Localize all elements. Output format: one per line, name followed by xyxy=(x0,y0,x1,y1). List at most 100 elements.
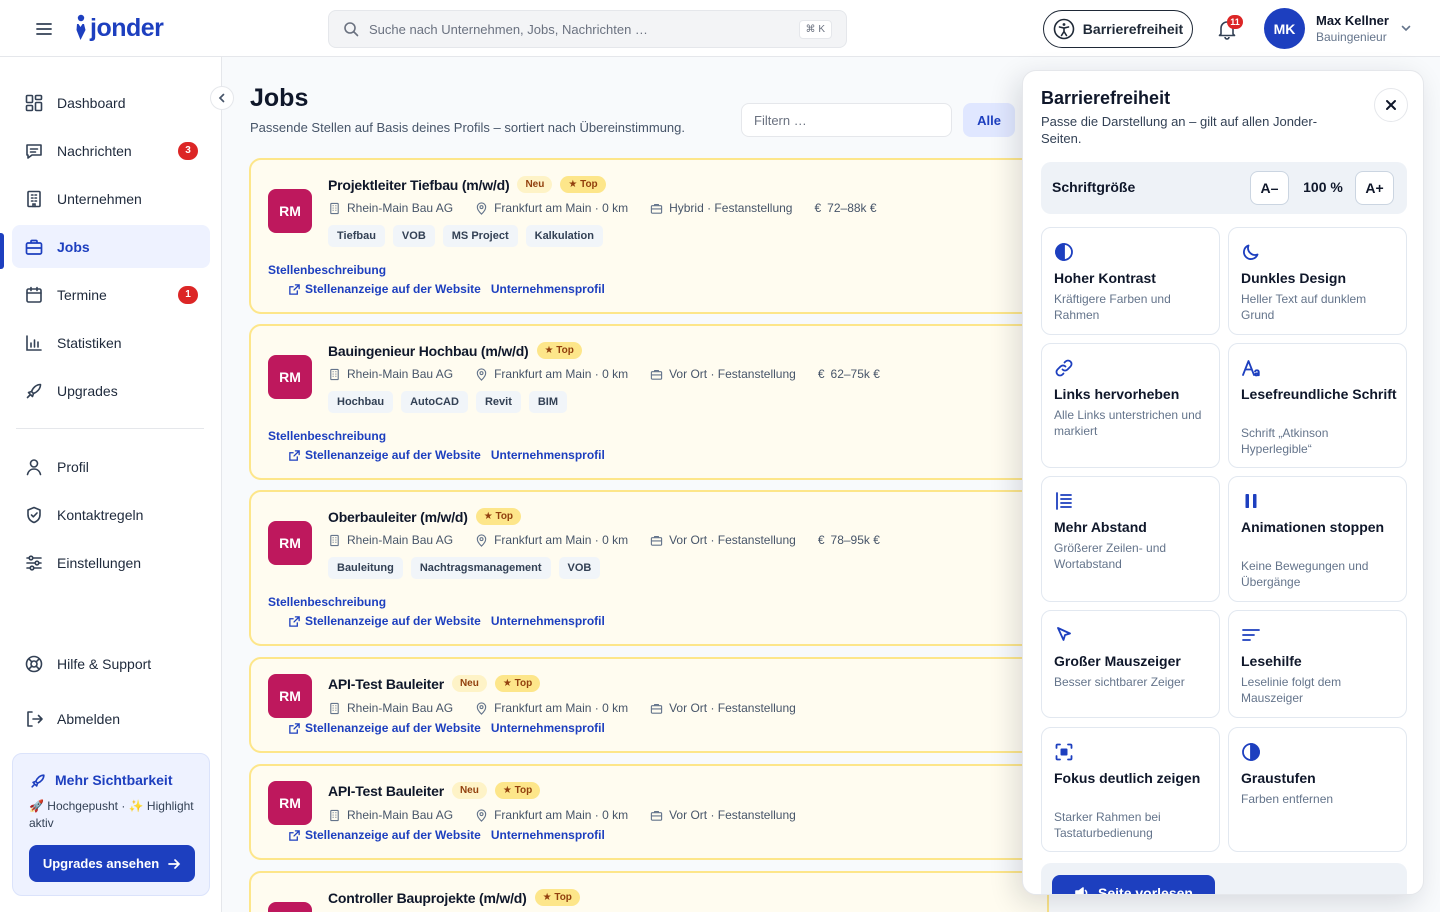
sidebar-item-unternehmen[interactable]: Unternehmen xyxy=(12,177,210,220)
accessibility-button[interactable]: Barrierefreiheit xyxy=(1043,10,1193,48)
sidebar-item-nachrichten[interactable]: Nachrichten 3 xyxy=(12,129,210,172)
option-dark-design[interactable]: Dunkles Design Heller Text auf dunklem G… xyxy=(1228,227,1407,335)
job-title[interactable]: API-Test Bauleiter xyxy=(328,676,444,692)
option-readable-font[interactable]: Lesefreundliche Schrift Schrift „Atkinso… xyxy=(1228,343,1407,468)
euro-icon: € xyxy=(814,201,822,215)
job-title[interactable]: API-Test Bauleiter xyxy=(328,783,444,799)
job-location: Frankfurt am Main · 0 km xyxy=(494,701,629,715)
moon-icon xyxy=(1241,242,1261,262)
font-decrease-button[interactable]: A– xyxy=(1250,171,1289,205)
sidebar-item-upgrades[interactable]: Upgrades xyxy=(12,369,210,412)
skill-tag: Tiefbau xyxy=(328,225,385,247)
close-icon xyxy=(1386,100,1396,110)
option-title: Hoher Kontrast xyxy=(1054,270,1156,286)
briefcase-icon xyxy=(650,535,663,546)
euro-icon: € xyxy=(817,367,825,381)
rocket-icon xyxy=(24,381,44,401)
location-icon xyxy=(476,367,487,381)
company-profile-link[interactable]: Unternehmensprofil xyxy=(491,448,605,462)
skill-tag: MS Project xyxy=(442,225,518,247)
website-link[interactable]: Stellenanzeige auf der Website xyxy=(305,282,481,296)
description-link[interactable]: Stellenbeschreibung xyxy=(268,263,386,277)
sidebar-item-einstellungen[interactable]: Einstellungen xyxy=(12,541,210,584)
skill-tag: BIM xyxy=(528,391,568,413)
option-high-contrast[interactable]: Hoher Kontrast Kräftigere Farben und Rah… xyxy=(1041,227,1220,335)
job-title[interactable]: Projektleiter Tiefbau (m/w/d) xyxy=(328,177,510,193)
company-profile-link[interactable]: Unternehmensprofil xyxy=(491,614,605,628)
job-title[interactable]: Oberbauleiter (m/w/d) xyxy=(328,509,468,525)
briefcase-icon xyxy=(24,237,44,257)
active-indicator xyxy=(0,233,4,269)
sidebar-item-hilfe[interactable]: Hilfe & Support xyxy=(12,642,210,685)
option-highlight-links[interactable]: Links hervorheben Alle Links unterstrich… xyxy=(1041,343,1220,468)
sidebar-item-label: Kontaktregeln xyxy=(57,506,144,523)
sidebar-item-label: Termine xyxy=(57,286,107,303)
job-mode: Vor Ort · Festanstellung xyxy=(669,701,796,715)
job-salary: 78–95k € xyxy=(830,533,880,547)
option-reading-guide[interactable]: Lesehilfe Leselinie folgt dem Mauszeiger xyxy=(1228,610,1407,718)
sidebar-item-jobs[interactable]: Jobs xyxy=(12,225,210,268)
spacing-icon xyxy=(1054,491,1074,511)
avatar[interactable]: MK xyxy=(1264,8,1305,49)
user-name[interactable]: Max Kellner xyxy=(1316,13,1389,28)
sidebar-item-statistiken[interactable]: Statistiken xyxy=(12,321,210,364)
search-input[interactable]: Suche nach Unternehmen, Jobs, Nachrichte… xyxy=(328,10,847,48)
option-title: Lesehilfe xyxy=(1241,653,1302,669)
logo[interactable]: jonder xyxy=(72,12,164,44)
top-badge: ★ Top xyxy=(560,176,606,193)
chevron-down-icon[interactable] xyxy=(1400,22,1412,34)
option-title: Links hervorheben xyxy=(1054,386,1180,402)
sidebar-item-termine[interactable]: Termine 1 xyxy=(12,273,210,316)
option-visible-focus[interactable]: Fokus deutlich zeigen Starker Rahmen bei… xyxy=(1041,727,1220,852)
job-card[interactable]: RM Oberbauleiter (m/w/d) ★ Top Rhein-Mai… xyxy=(249,490,1049,646)
website-link[interactable]: Stellenanzeige auf der Website xyxy=(305,448,481,462)
promo-title: Mehr Sichtbarkeit xyxy=(55,772,173,788)
job-card[interactable]: RM Controller Bauprojekte (m/w/d) ★ Top xyxy=(249,871,1049,912)
filter-chip-all[interactable]: Alle xyxy=(963,103,1015,137)
top-header: jonder Suche nach Unternehmen, Jobs, Nac… xyxy=(0,0,1440,57)
company-profile-link[interactable]: Unternehmensprofil xyxy=(491,828,605,842)
pause-icon xyxy=(1241,491,1261,511)
job-card[interactable]: RM API-Test Bauleiter Neu ★ Top Rhein-Ma… xyxy=(249,764,1049,860)
sidebar-item-profil[interactable]: Profil xyxy=(12,445,210,488)
close-button[interactable] xyxy=(1374,88,1408,122)
job-card[interactable]: RM Projektleiter Tiefbau (m/w/d) Neu ★ T… xyxy=(249,158,1049,314)
new-badge: Neu xyxy=(517,176,553,193)
description-link[interactable]: Stellenbeschreibung xyxy=(268,429,386,443)
option-stop-animations[interactable]: Animationen stoppen Keine Bewegungen und… xyxy=(1228,476,1407,602)
sidebar-item-label: Statistiken xyxy=(57,334,122,351)
sidebar-item-label: Upgrades xyxy=(57,382,118,399)
upgrades-button[interactable]: Upgrades ansehen xyxy=(29,845,195,882)
sidebar-collapse-button[interactable] xyxy=(210,86,234,110)
job-salary: 62–75k € xyxy=(830,367,880,381)
option-large-cursor[interactable]: Großer Mauszeiger Besser sichtbarer Zeig… xyxy=(1041,610,1220,718)
website-link[interactable]: Stellenanzeige auf der Website xyxy=(305,828,481,842)
filter-input[interactable]: Filtern … xyxy=(741,103,952,137)
read-aloud-button[interactable]: Seite vorlesen xyxy=(1052,875,1215,894)
unread-badge: 3 xyxy=(178,141,198,160)
menu-icon[interactable] xyxy=(34,19,54,39)
job-meta: Rhein-Main Bau AG Frankfurt am Main · 0 … xyxy=(328,808,796,822)
description-link[interactable]: Stellenbeschreibung xyxy=(268,595,386,609)
website-link[interactable]: Stellenanzeige auf der Website xyxy=(305,614,481,628)
lifebuoy-icon xyxy=(24,654,44,674)
option-grayscale[interactable]: Graustufen Farben entfernen xyxy=(1228,727,1407,852)
job-company: Rhein-Main Bau AG xyxy=(347,533,454,547)
sidebar-item-kontaktregeln[interactable]: Kontaktregeln xyxy=(12,493,210,536)
arrow-right-icon xyxy=(168,858,181,869)
company-profile-link[interactable]: Unternehmensprofil xyxy=(491,721,605,735)
sidebar-item-dashboard[interactable]: Dashboard xyxy=(12,81,210,124)
job-title[interactable]: Controller Bauprojekte (m/w/d) xyxy=(328,890,527,906)
option-more-spacing[interactable]: Mehr Abstand Größerer Zeilen- und Wortab… xyxy=(1041,476,1220,602)
website-link[interactable]: Stellenanzeige auf der Website xyxy=(305,721,481,735)
sidebar-item-abmelden[interactable]: Abmelden xyxy=(12,697,210,740)
company-logo: RM xyxy=(268,189,312,233)
top-badge: ★ Top xyxy=(494,675,541,692)
job-card[interactable]: RM API-Test Bauleiter Neu ★ Top Rhein-Ma… xyxy=(249,657,1049,753)
font-increase-button[interactable]: A+ xyxy=(1355,171,1394,205)
building-icon xyxy=(330,702,339,714)
skill-tag: AutoCAD xyxy=(401,391,468,413)
job-card[interactable]: RM Bauingenieur Hochbau (m/w/d) ★ Top Rh… xyxy=(249,324,1049,480)
job-title[interactable]: Bauingenieur Hochbau (m/w/d) xyxy=(328,343,529,359)
company-profile-link[interactable]: Unternehmensprofil xyxy=(491,282,605,296)
